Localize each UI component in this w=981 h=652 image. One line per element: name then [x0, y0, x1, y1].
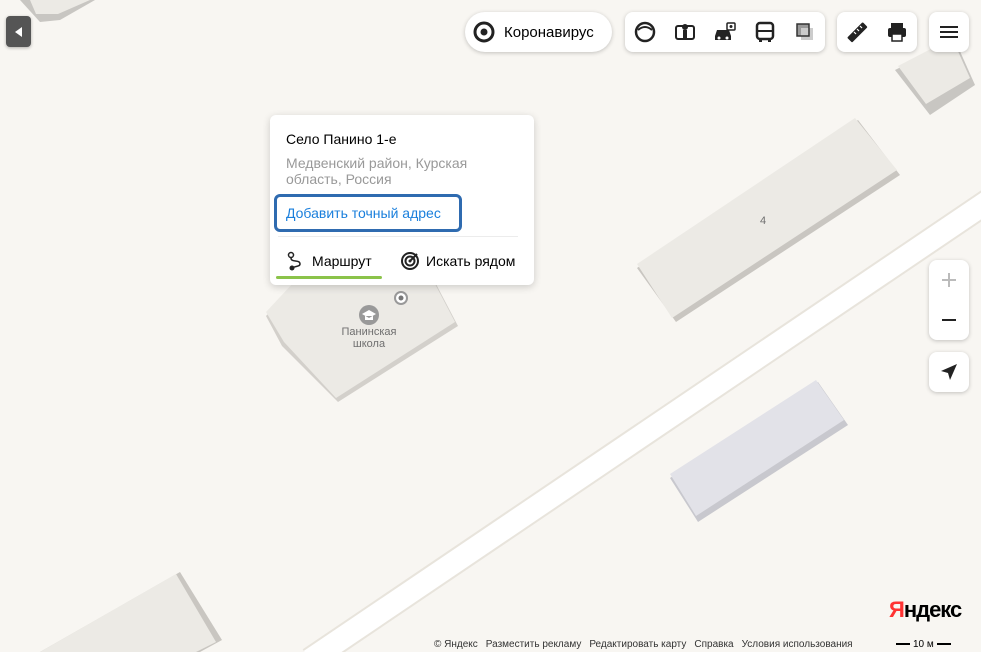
logo-first-letter: Я [889, 597, 905, 622]
place-title: Село Панино 1-е [286, 131, 397, 147]
scale-bar-right [936, 643, 951, 645]
locate-me-button[interactable] [929, 352, 969, 392]
map-canvas[interactable] [0, 0, 981, 652]
radar-icon [401, 252, 419, 270]
school-label-line2: школа [352, 338, 386, 350]
school-poi-icon[interactable] [359, 305, 379, 325]
route-underline [276, 276, 382, 279]
logo-rest: ндекс [903, 597, 962, 622]
traffic-layer-button[interactable] [705, 12, 745, 52]
panorama-layer-icon [675, 24, 695, 40]
place-address: Медвенский район, Курская область, Росси… [286, 155, 468, 187]
route-icon [287, 251, 301, 271]
ruler-icon [847, 22, 868, 43]
zoom-out-button[interactable] [929, 300, 969, 340]
coronavirus-label: Коронавирус [504, 23, 594, 41]
map-point-marker[interactable] [394, 291, 408, 305]
edit-map-link[interactable]: Редактировать карту [589, 639, 686, 650]
nearby-label: Искать рядом [426, 253, 516, 269]
print-icon [888, 23, 906, 42]
search-nearby-button[interactable]: Искать рядом [400, 249, 515, 273]
plus-icon [942, 273, 956, 287]
advertise-link[interactable]: Разместить рекламу [486, 639, 582, 650]
copyright-link[interactable]: © Яндекс [434, 639, 478, 650]
target-icon [473, 21, 495, 43]
panorama-layer-button[interactable] [665, 12, 705, 52]
scale-bar: 10 м [893, 636, 954, 652]
place-card: Село Панино 1-е Медвенский район, Курска… [270, 115, 534, 285]
add-exact-address-link[interactable]: Добавить точный адрес [274, 194, 462, 232]
map-layer-button[interactable] [785, 12, 825, 52]
triangle-left-icon [14, 26, 22, 37]
scale-bar-left [896, 643, 910, 645]
collapse-sidebar-button[interactable] [6, 16, 31, 47]
zoom-in-button[interactable] [929, 260, 969, 300]
yandex-logo[interactable]: Яндекс [889, 597, 962, 623]
route-button[interactable]: Маршрут [286, 249, 372, 273]
route-label: Маршрут [312, 253, 372, 269]
minus-icon [942, 319, 956, 321]
print-button[interactable] [877, 12, 917, 52]
satellite-layer-button[interactable] [625, 12, 665, 52]
zoom-control [929, 260, 969, 340]
layers-toolbar [625, 12, 825, 52]
building-number-label: 4 [759, 215, 767, 227]
help-link[interactable]: Справка [694, 639, 733, 650]
tools-toolbar [837, 12, 917, 52]
navigation-arrow-icon [941, 364, 957, 380]
coronavirus-button[interactable]: Коронавирус [465, 12, 612, 52]
card-divider [278, 236, 518, 237]
map-footer: © Яндекс Разместить рекламу Редактироват… [430, 636, 865, 652]
satellite-layer-icon [634, 21, 656, 43]
ruler-button[interactable] [837, 12, 877, 52]
bus-icon [755, 21, 775, 42]
scale-label: 10 м [913, 638, 934, 650]
map-layer-icon [796, 23, 813, 40]
hamburger-icon [940, 26, 958, 38]
transport-layer-button[interactable] [745, 12, 785, 52]
traffic-layer-icon [715, 22, 736, 40]
menu-button[interactable] [929, 12, 969, 52]
terms-link[interactable]: Условия использования [742, 639, 853, 650]
school-label: Панинская школа [334, 326, 404, 350]
school-label-line1: Панинская [341, 326, 397, 338]
